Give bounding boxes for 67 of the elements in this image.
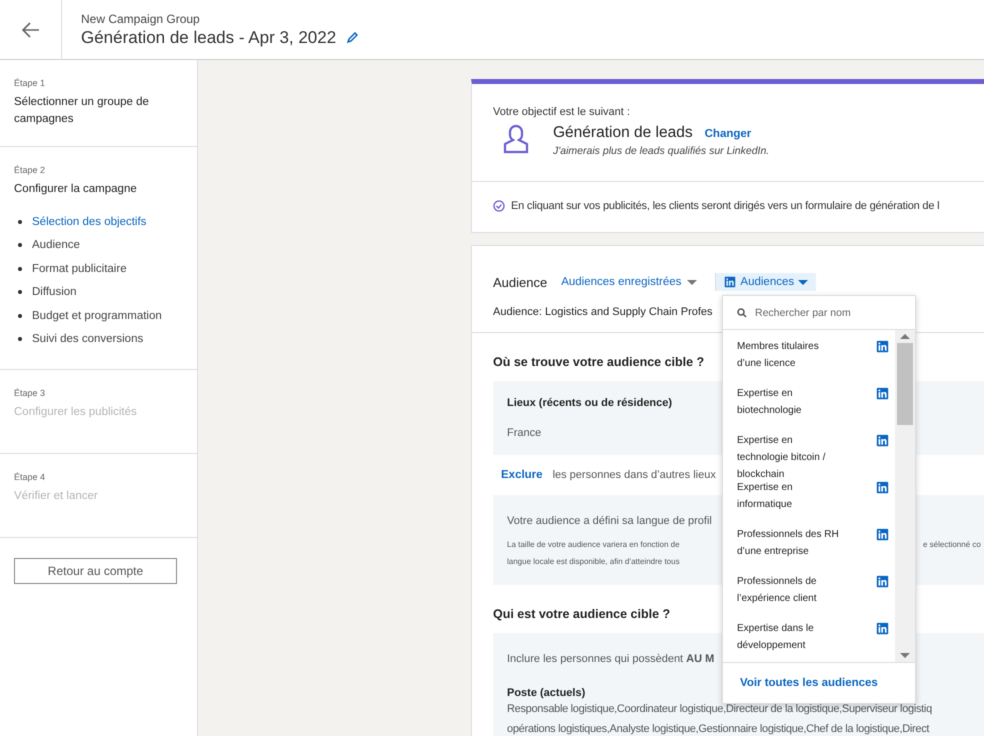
network-logo-icon: [724, 276, 736, 288]
step-title: Sélectionner un groupe de campagnes: [14, 95, 150, 127]
audience-option[interactable]: Expertise en biotechnologie: [737, 385, 843, 430]
step-label: Étape 4: [14, 472, 46, 482]
audience-option[interactable]: Expertise en informatique: [737, 479, 843, 524]
job-title-heading: Poste (actuels): [507, 687, 586, 699]
network-logo-icon: [876, 622, 889, 635]
language-note: e sélectionné co: [923, 539, 981, 551]
step-item[interactable]: Sélection des objectifs: [32, 216, 146, 228]
objective-note: En cliquant sur vos publicités, les clients seront dirigés vers un formulaire de génération de l: [511, 200, 940, 212]
language-note: langue locale est disponible, afin d’atteindre tous: [507, 557, 680, 566]
step-label: Étape 1: [14, 78, 46, 88]
step-title: Vérifier et lancer: [14, 489, 99, 504]
job-titles-text: Responsable logistique,Coordinateur logistique,Directeur de la logistique,Superviseur logistiq: [507, 702, 932, 717]
scrollbar[interactable]: [895, 330, 915, 662]
step-item[interactable]: Format publicitaire: [32, 262, 127, 275]
see-all-audiences-link[interactable]: Voir toutes les audiences: [740, 677, 878, 689]
saved-audiences-dropdown[interactable]: Audiences enregistrées: [561, 276, 698, 288]
audience-option[interactable]: Expertise dans le développement: [737, 620, 843, 662]
step-item[interactable]: Diffusion: [32, 286, 77, 298]
bullet-icon: [18, 266, 22, 271]
bullet-icon: [18, 290, 22, 294]
back-arrow-icon: [22, 22, 40, 38]
audience-title: Audience: [493, 274, 548, 290]
step-item[interactable]: Budget et programmation: [32, 310, 162, 322]
audience-option[interactable]: Professionnels de l’expérience client: [737, 573, 843, 618]
objective-name: Génération de leads: [553, 124, 693, 142]
network-logo-icon: [876, 575, 889, 588]
section-heading: Qui est votre audience cible ?: [493, 607, 670, 621]
step-item[interactable]: Audience: [32, 239, 80, 252]
audience-option[interactable]: Membres titulaires d’une licence: [737, 338, 843, 383]
step-label: Étape 2: [14, 165, 46, 175]
objective-description: J'aimerais plus de leads qualifiés sur LinkedIn.: [553, 145, 770, 157]
pencil-icon[interactable]: [346, 32, 358, 44]
network-logo-icon: [876, 340, 889, 353]
step-title: Configurer les publicités: [14, 405, 138, 420]
bullet-icon: [18, 243, 22, 248]
check-circle-icon: [493, 200, 505, 212]
network-logo-icon: [876, 481, 889, 494]
language-note: La taille de votre audience variera en fonction de: [507, 539, 680, 551]
objective-intro: Votre objectif est le suivant :: [493, 106, 631, 118]
step-item[interactable]: Suivi des conversions: [32, 333, 144, 346]
exclude-link[interactable]: Exclure: [501, 469, 543, 481]
search-icon: [737, 308, 747, 318]
locations-title: Lieux (récents ou de résidence): [507, 397, 672, 409]
step-label: Étape 3: [14, 388, 46, 398]
location-value: France: [507, 427, 542, 439]
section-heading: Où se trouve votre audience cible ?: [493, 355, 704, 369]
network-logo-icon: [876, 528, 889, 541]
audience-option[interactable]: Expertise en technologie bitcoin / blockchain: [737, 432, 843, 477]
network-logo-icon: [876, 387, 889, 400]
person-icon: [503, 124, 529, 154]
audiences-dropdown[interactable]: Audiences: [715, 273, 816, 291]
include-text: Inclure les personnes qui possèdent AU M: [507, 653, 714, 665]
job-titles-text: opérations logistiques,Analyste logistique,Gestionnaire logistique,Chef de la logistique,Direct: [507, 722, 930, 736]
bullet-icon: [18, 314, 22, 318]
exclude-text: les personnes dans d’autres lieux: [552, 469, 716, 481]
language-title: Votre audience a défini sa langue de profil: [507, 515, 712, 527]
audience-option[interactable]: Professionnels des RH d’une entreprise: [737, 526, 843, 571]
bullet-icon: [18, 337, 22, 342]
campaign-group-name: New Campaign Group: [81, 12, 201, 26]
change-link[interactable]: Changer: [704, 128, 752, 140]
campaign-title: Génération de leads - Apr 3, 2022: [81, 28, 336, 48]
step-title: Configurer la campagne: [14, 182, 138, 197]
return-button[interactable]: Retour au compte: [14, 558, 177, 584]
network-logo-icon: [876, 434, 889, 447]
bullet-icon: [18, 220, 22, 224]
